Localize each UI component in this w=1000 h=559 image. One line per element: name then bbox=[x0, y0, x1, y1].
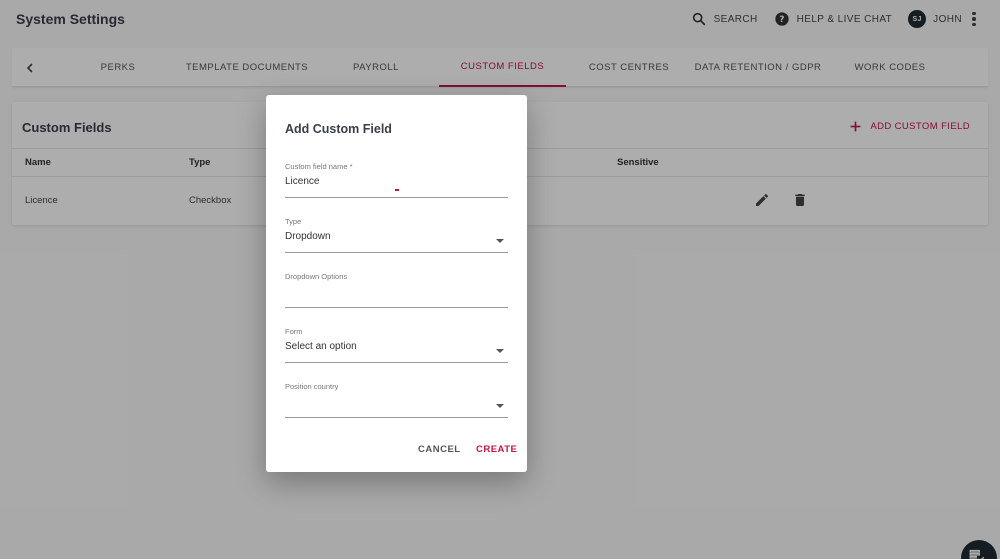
position-country-value[interactable] bbox=[285, 396, 485, 410]
dropdown-options-label: Dropdown Options bbox=[285, 272, 348, 281]
field-underline bbox=[285, 417, 508, 418]
form-value[interactable]: Select an option bbox=[285, 341, 485, 355]
dropdown-arrow-icon[interactable] bbox=[496, 404, 504, 408]
dropdown-arrow-icon[interactable] bbox=[496, 239, 504, 243]
cancel-button[interactable]: CANCEL bbox=[418, 444, 461, 455]
custom-field-name-label: Custom field name * bbox=[285, 162, 353, 171]
add-custom-field-dialog: Add Custom Field Custom field name * Lic… bbox=[266, 95, 527, 472]
dropdown-options-value[interactable] bbox=[285, 286, 485, 300]
field-underline bbox=[285, 252, 508, 253]
field-underline bbox=[285, 362, 508, 363]
position-country-select[interactable]: Position country bbox=[285, 382, 508, 418]
type-label: Type bbox=[285, 217, 302, 226]
text-cursor bbox=[395, 189, 399, 191]
form-select[interactable]: Form Select an option bbox=[285, 327, 508, 363]
form-label: Form bbox=[285, 327, 303, 336]
position-country-label: Position country bbox=[285, 382, 339, 391]
field-underline bbox=[285, 307, 508, 308]
custom-field-name-input[interactable]: Custom field name * Licence bbox=[285, 162, 508, 198]
type-value[interactable]: Dropdown bbox=[285, 231, 485, 245]
create-button[interactable]: CREATE bbox=[476, 444, 517, 455]
dialog-title: Add Custom Field bbox=[285, 122, 392, 136]
custom-field-name-value[interactable]: Licence bbox=[285, 176, 485, 190]
dropdown-options-input[interactable]: Dropdown Options bbox=[285, 272, 508, 308]
type-select[interactable]: Type Dropdown bbox=[285, 217, 508, 253]
dropdown-arrow-icon[interactable] bbox=[496, 349, 504, 353]
field-underline bbox=[285, 197, 508, 198]
